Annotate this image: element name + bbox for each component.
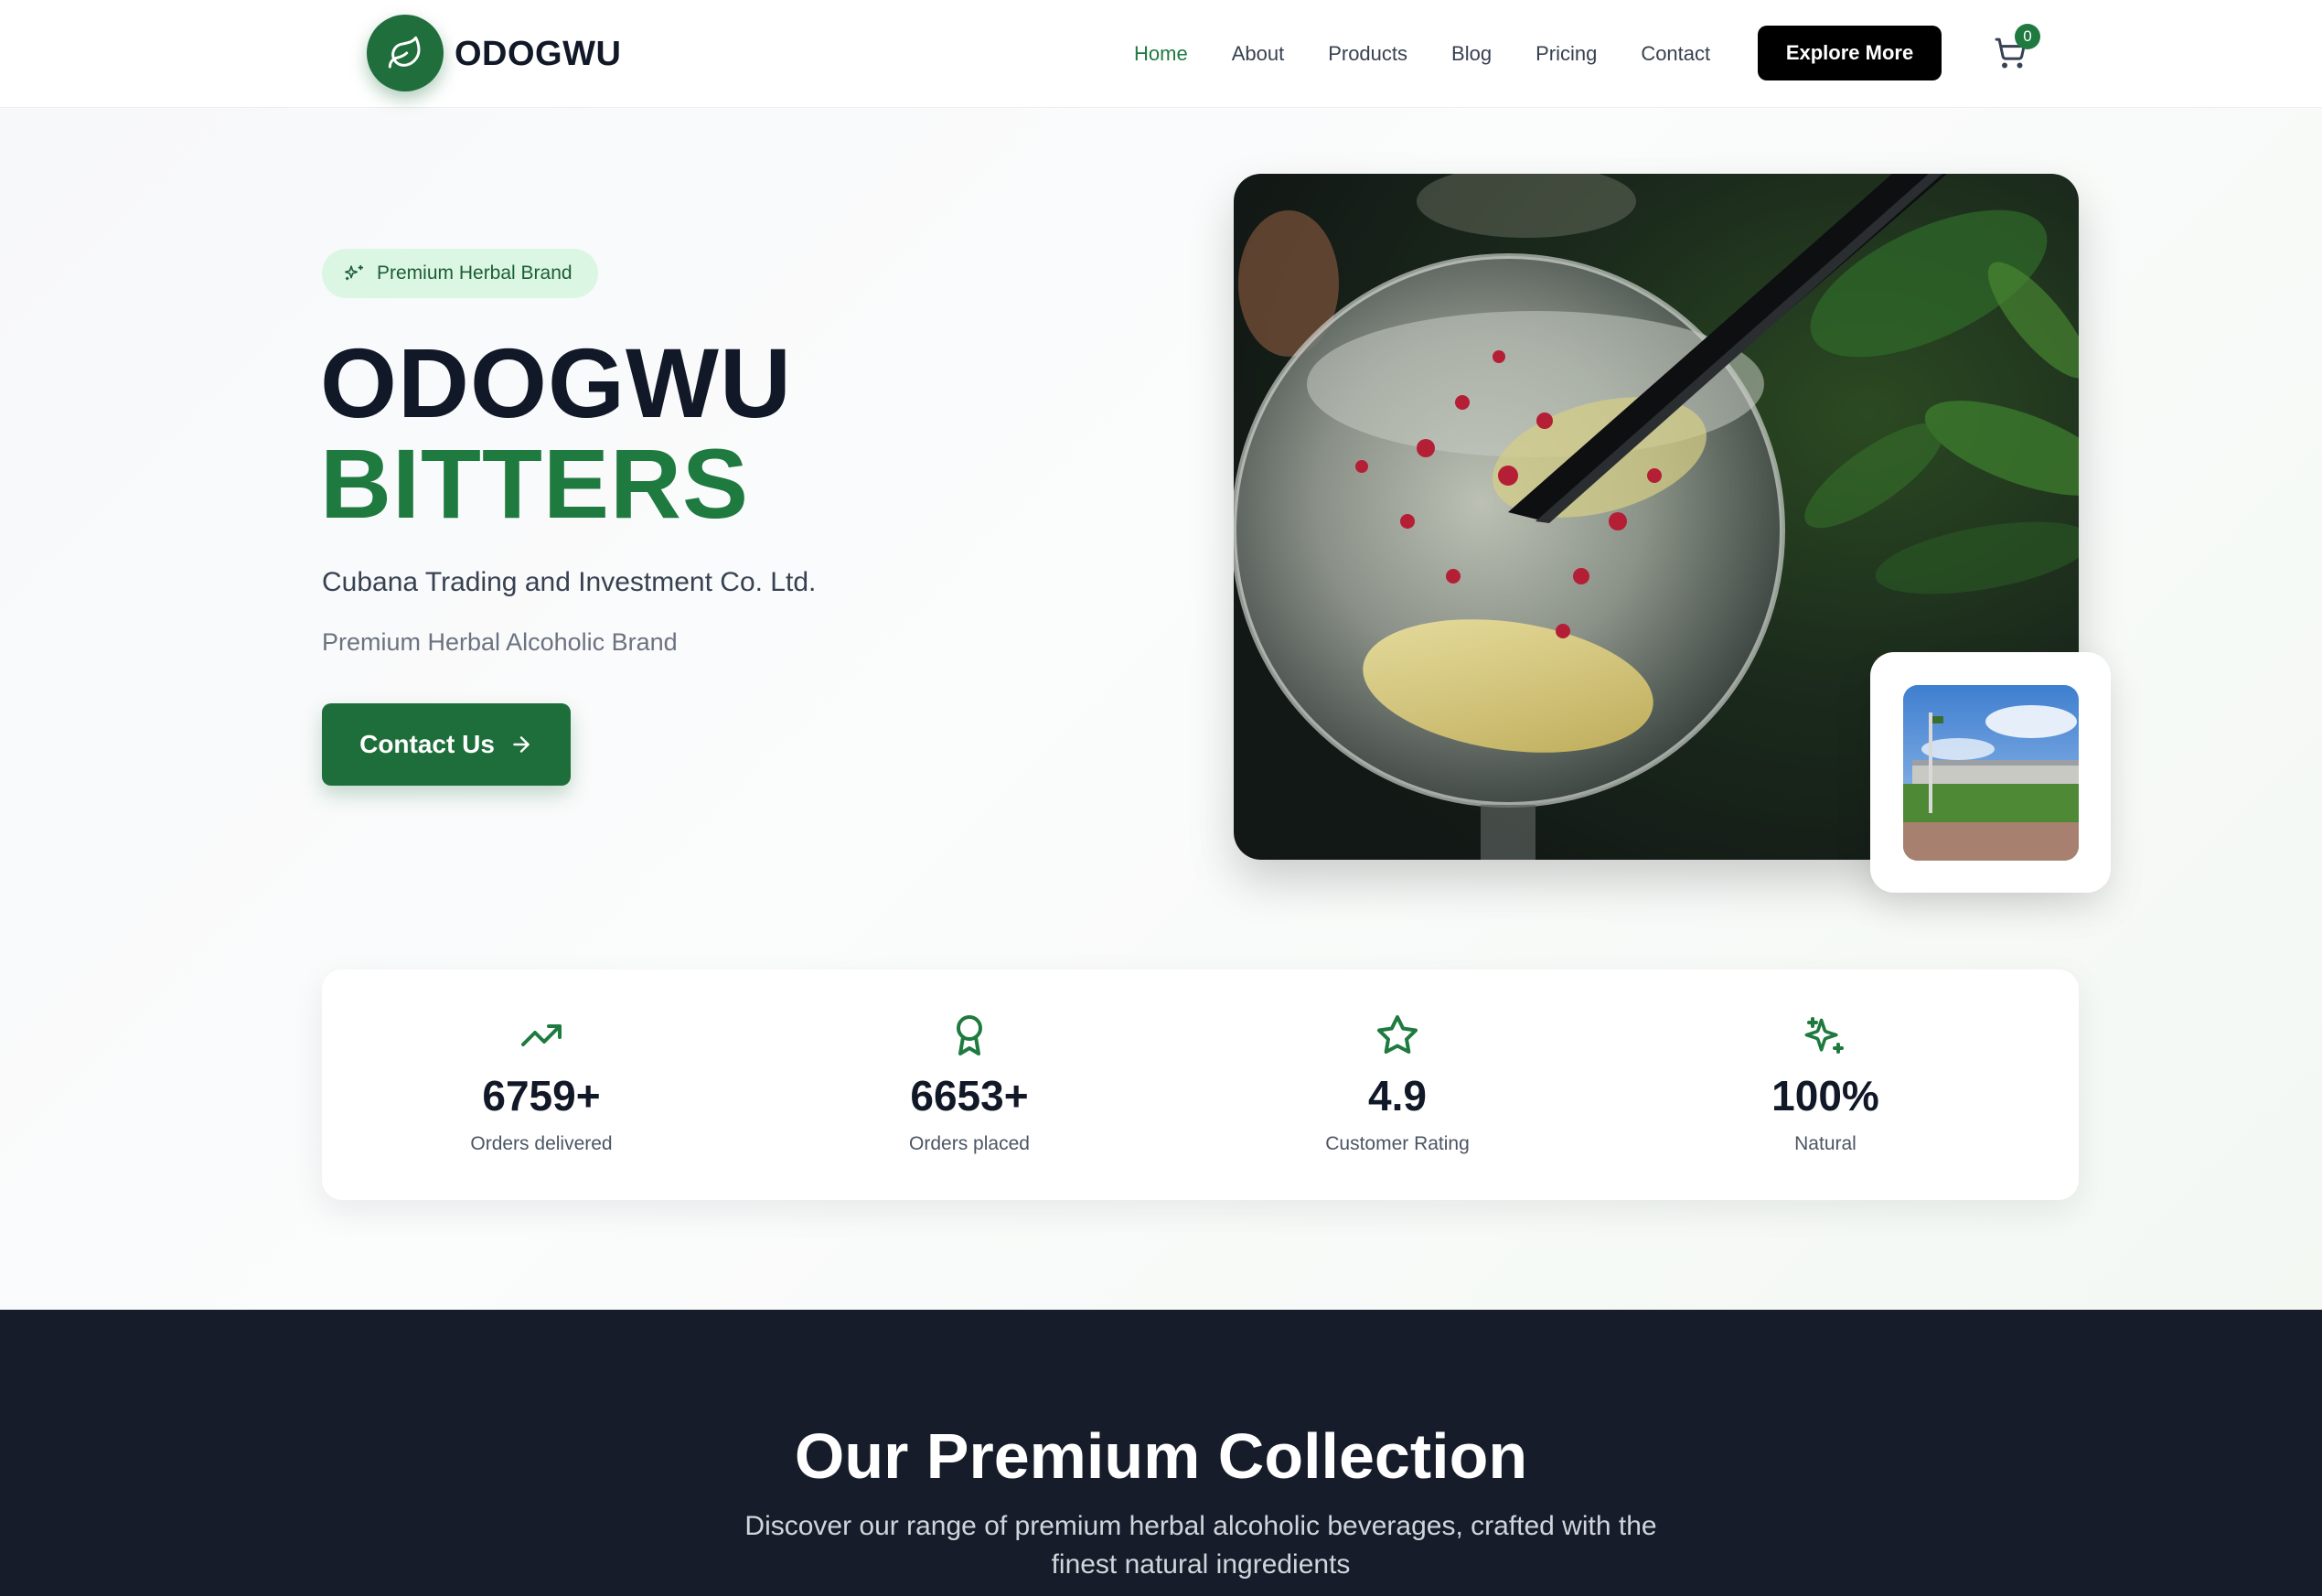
hero-title-accent: BITTERS bbox=[320, 428, 750, 539]
location-thumbnail-card bbox=[1870, 652, 2111, 893]
cart-count-badge: 0 bbox=[2015, 24, 2040, 49]
contact-us-label: Contact Us bbox=[359, 730, 495, 758]
collection-subtitle: Discover our range of premium herbal alc… bbox=[744, 1511, 1657, 1580]
stat-orders-delivered: 6759+ Orders delivered bbox=[322, 969, 761, 1200]
stats-card: 6759+ Orders delivered 6653+ Orders plac… bbox=[322, 969, 2079, 1200]
stat-label: Customer Rating bbox=[1325, 1133, 1470, 1154]
brand-name[interactable]: ODOGWU bbox=[455, 33, 621, 75]
location-photo bbox=[1903, 685, 2079, 861]
company-name: Cubana Trading and Investment Co. Ltd. bbox=[322, 567, 817, 597]
stat-value: 100% bbox=[1771, 1072, 1879, 1119]
award-icon bbox=[957, 1015, 982, 1055]
nav-about[interactable]: About bbox=[1232, 40, 1285, 68]
explore-more-button[interactable]: Explore More bbox=[1758, 26, 1942, 80]
logo-badge[interactable] bbox=[367, 15, 444, 91]
stat-label: Orders delivered bbox=[470, 1133, 613, 1154]
leaf-icon bbox=[388, 36, 421, 69]
contact-us-button[interactable]: Contact Us bbox=[322, 703, 571, 786]
nav-pricing[interactable]: Pricing bbox=[1536, 40, 1597, 68]
arrow-right-icon bbox=[513, 736, 530, 753]
premium-collection-section: Our Premium Collection Discover our rang… bbox=[0, 1310, 2322, 1596]
nav-blog[interactable]: Blog bbox=[1451, 40, 1492, 68]
stat-customer-rating: 4.9 Customer Rating bbox=[1178, 969, 1617, 1200]
stat-value: 6653+ bbox=[910, 1072, 1029, 1119]
building-illustration bbox=[1903, 685, 2079, 861]
stat-orders-placed: 6653+ Orders placed bbox=[750, 969, 1189, 1200]
trending-up-icon bbox=[521, 1024, 562, 1046]
nav-products[interactable]: Products bbox=[1328, 40, 1407, 68]
stat-label: Natural bbox=[1794, 1133, 1857, 1154]
sparkles-icon bbox=[1804, 1017, 1844, 1054]
premium-badge: Premium Herbal Brand bbox=[322, 249, 598, 298]
hero-title-primary: ODOGWU bbox=[320, 327, 792, 438]
stat-value: 4.9 bbox=[1368, 1072, 1427, 1119]
main-nav: Home About Products Blog Pricing Contact bbox=[1134, 0, 1754, 108]
nav-home[interactable]: Home bbox=[1134, 40, 1188, 68]
sparkles-icon bbox=[345, 264, 364, 281]
stat-natural: 100% Natural bbox=[1606, 969, 2045, 1200]
badge-label: Premium Herbal Brand bbox=[377, 262, 572, 284]
star-icon bbox=[1377, 1015, 1418, 1055]
top-navbar: ODOGWU Home About Products Blog Pricing … bbox=[0, 0, 2322, 108]
hero-tagline: Premium Herbal Alcoholic Brand bbox=[322, 628, 678, 656]
nav-contact[interactable]: Contact bbox=[1641, 40, 1710, 68]
stat-label: Orders placed bbox=[909, 1133, 1030, 1154]
collection-title: Our Premium Collection bbox=[794, 1420, 1528, 1492]
stat-value: 6759+ bbox=[482, 1072, 601, 1119]
